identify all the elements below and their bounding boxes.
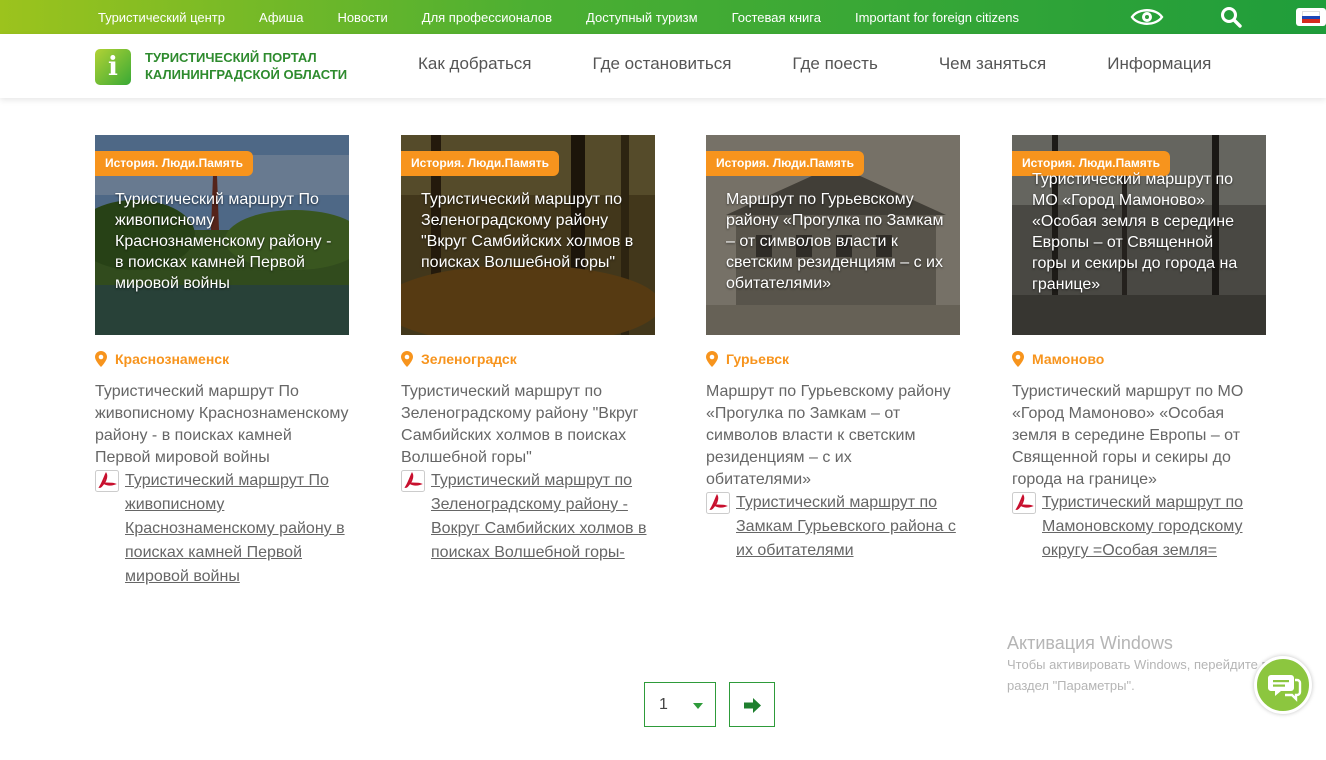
nav-what-to-do[interactable]: Чем заняться <box>939 54 1046 74</box>
card-title[interactable]: Туристический маршрут по Зеленоградскому… <box>421 189 639 273</box>
pdf-icon <box>706 492 730 514</box>
next-page-button[interactable] <box>729 682 775 727</box>
caret-down-icon <box>693 703 703 709</box>
language-switcher[interactable] <box>1296 8 1326 26</box>
city-name[interactable]: Краснознаменск <box>115 351 229 367</box>
page-select-value: 1 <box>659 696 668 713</box>
card-image[interactable]: История. Люди.Память Туристический маршр… <box>1012 135 1266 335</box>
pdf-icon <box>1012 492 1036 514</box>
page-select[interactable]: 1 <box>644 682 716 727</box>
watermark-title: Активация Windows <box>1007 633 1173 653</box>
search-icon[interactable] <box>1220 6 1242 28</box>
card-location: Краснознаменск <box>95 351 349 367</box>
nav-where-to-eat[interactable]: Где поесть <box>792 54 877 74</box>
city-name[interactable]: Мамоново <box>1032 351 1104 367</box>
top-link-afisha[interactable]: Афиша <box>259 10 303 25</box>
site-header: i Туристический портал Калининградской о… <box>0 34 1326 98</box>
location-pin-icon <box>1012 351 1024 367</box>
top-link-foreign-citizens[interactable]: Important for foreign citizens <box>855 10 1019 25</box>
eye-icon[interactable] <box>1130 6 1164 28</box>
location-pin-icon <box>706 351 718 367</box>
card-title[interactable]: Маршрут по Гурьевскому району «Прогулка … <box>726 189 944 294</box>
category-tag[interactable]: История. Люди.Память <box>95 151 253 176</box>
card-location: Гурьевск <box>706 351 960 367</box>
chat-bubble-icon <box>1268 675 1302 702</box>
card-description: Туристический маршрут По живописному Кра… <box>95 383 349 466</box>
pdf-link[interactable]: Туристический маршрут по Зеленоградскому… <box>431 469 655 565</box>
card-description: Туристический маршрут по Зеленоградскому… <box>401 383 639 466</box>
logo-icon[interactable]: i <box>95 49 131 85</box>
card-description: Маршрут по Гурьевскому району «Прогулка … <box>706 383 951 488</box>
route-card: История. Люди.Память Туристический маршр… <box>401 135 655 565</box>
pdf-link[interactable]: Туристический маршрут По живописному Кра… <box>125 469 349 589</box>
main-nav: Как добраться Где остановиться Где поест… <box>418 54 1211 74</box>
card-location: Зеленоградск <box>401 351 655 367</box>
route-card: История. Люди.Память Туристический маршр… <box>95 135 349 589</box>
chat-button[interactable] <box>1254 656 1312 714</box>
card-location: Мамоново <box>1012 351 1266 367</box>
pdf-link[interactable]: Туристический маршрут по Замкам Гурьевск… <box>736 491 960 563</box>
russian-flag-icon <box>1302 11 1320 24</box>
category-tag[interactable]: История. Люди.Память <box>706 151 864 176</box>
card-image[interactable]: История. Люди.Память Туристический маршр… <box>401 135 655 335</box>
top-link-news[interactable]: Новости <box>337 10 387 25</box>
pdf-icon <box>95 470 119 492</box>
card-image[interactable]: История. Люди.Память Маршрут по Гурьевск… <box>706 135 960 335</box>
card-title[interactable]: Туристический маршрут По живописному Кра… <box>115 189 333 294</box>
top-links: Туристический центр Афиша Новости Для пр… <box>0 0 1053 34</box>
arrow-right-icon <box>744 698 761 713</box>
city-name[interactable]: Гурьевск <box>726 351 789 367</box>
pdf-attachment: Туристический маршрут По живописному Кра… <box>95 469 349 589</box>
location-pin-icon <box>95 351 107 367</box>
nav-where-to-stay[interactable]: Где остановиться <box>593 54 732 74</box>
pdf-attachment: Туристический маршрут по Мамоновскому го… <box>1012 491 1266 563</box>
top-link-accessible-tourism[interactable]: Доступный туризм <box>586 10 698 25</box>
top-link-tourist-center[interactable]: Туристический центр <box>98 10 225 25</box>
category-tag[interactable]: История. Люди.Память <box>401 151 559 176</box>
nav-information[interactable]: Информация <box>1107 54 1211 74</box>
route-card: История. Люди.Память Туристический маршр… <box>1012 135 1266 563</box>
top-bar: Туристический центр Афиша Новости Для пр… <box>0 0 1326 34</box>
route-card: История. Люди.Память Маршрут по Гурьевск… <box>706 135 960 563</box>
card-description: Туристический маршрут по МО «Город Мамон… <box>1012 383 1244 488</box>
top-link-guestbook[interactable]: Гостевая книга <box>732 10 821 25</box>
pdf-attachment: Туристический маршрут по Замкам Гурьевск… <box>706 491 960 563</box>
nav-how-to-get[interactable]: Как добраться <box>418 54 532 74</box>
top-link-professionals[interactable]: Для профессионалов <box>422 10 552 25</box>
pdf-attachment: Туристический маршрут по Зеленоградскому… <box>401 469 655 565</box>
card-image[interactable]: История. Люди.Память Туристический маршр… <box>95 135 349 335</box>
pdf-link[interactable]: Туристический маршрут по Мамоновскому го… <box>1042 491 1266 563</box>
pdf-icon <box>401 470 425 492</box>
logo-text[interactable]: Туристический портал Калининградской обл… <box>145 49 375 83</box>
card-title[interactable]: Туристический маршрут по МО «Город Мамон… <box>1032 169 1250 295</box>
location-pin-icon <box>401 351 413 367</box>
city-name[interactable]: Зеленоградск <box>421 351 517 367</box>
